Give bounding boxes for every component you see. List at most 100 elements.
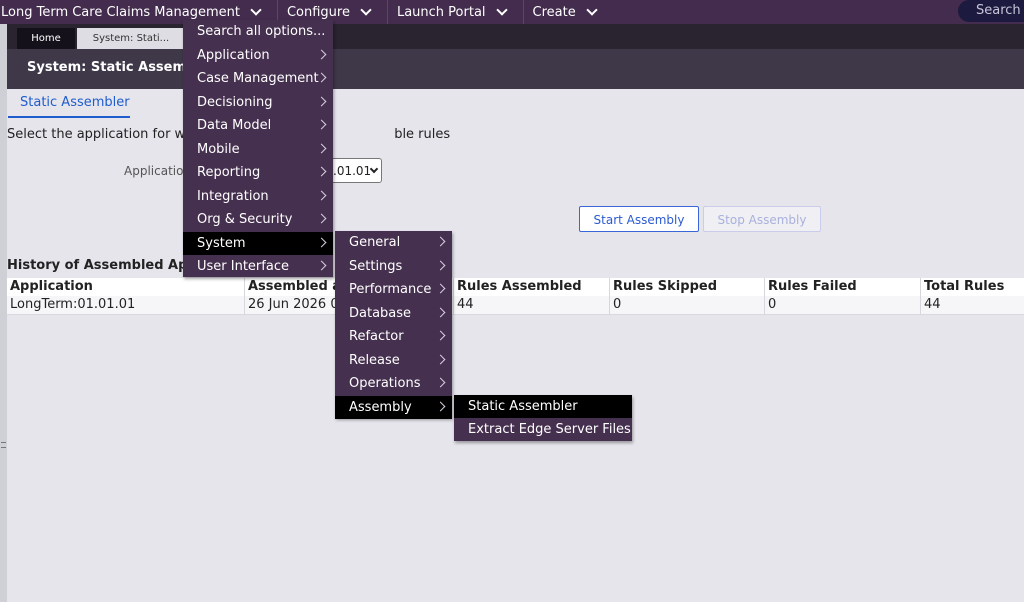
start-assembly-button[interactable]: Start Assembly xyxy=(579,206,699,232)
menu-item-org-security[interactable]: Org & Security xyxy=(183,208,333,232)
history-table: Application Assembled at Rules Assembled… xyxy=(7,278,1024,315)
chevron-right-icon xyxy=(435,283,446,294)
menu-item-label: Static Assembler xyxy=(468,399,578,414)
application-select[interactable]: .01.01 xyxy=(330,158,382,183)
menu-item-label: Extract Edge Server Files xyxy=(468,422,631,437)
chevron-right-icon xyxy=(435,260,446,270)
stop-assembly-button[interactable]: Stop Assembly xyxy=(703,206,821,232)
menu-item-search-all-options[interactable]: Search all options... xyxy=(183,20,333,44)
chevron-right-icon xyxy=(316,119,327,130)
chevron-down-icon xyxy=(250,4,262,16)
configure-label: Configure xyxy=(286,4,350,20)
instruction-text-start: Select the application for whic xyxy=(7,127,205,142)
cell-rules-failed: 0 xyxy=(765,296,921,314)
chevron-right-icon xyxy=(435,354,446,364)
chevron-down-icon xyxy=(360,4,372,16)
menu-item-label: Database xyxy=(349,305,412,321)
table-row[interactable]: LongTerm:01.01.01 26 Jun 2026 02 44 0 0 … xyxy=(7,296,1024,315)
top-navigation-bar: Long Term Care Claims Management Configu… xyxy=(0,0,1024,24)
tab-static-assembler[interactable]: System: Stati... xyxy=(77,28,185,49)
application-label: Application xyxy=(124,164,192,178)
menu-item-label: Case Management xyxy=(197,71,319,86)
cell-rules-skipped: 0 xyxy=(610,296,765,314)
menu-item-label: Data Model xyxy=(197,118,272,133)
chevron-right-icon xyxy=(316,213,327,224)
table-header-row: Application Assembled at Rules Assembled… xyxy=(7,278,1024,296)
create-menu-button[interactable]: Create xyxy=(524,0,613,24)
cell-rules-assembled: 44 xyxy=(454,296,610,314)
menu-item-extract-edge-server-files[interactable]: Extract Edge Server Files xyxy=(454,418,632,441)
column-header-rules-failed[interactable]: Rules Failed xyxy=(765,278,921,296)
menu-item-assembly[interactable]: Assembly xyxy=(335,395,452,419)
menu-item-system[interactable]: System xyxy=(183,231,333,255)
app-name: Long Term Care Claims Management xyxy=(1,4,240,20)
menu-item-decisioning[interactable]: Decisioning xyxy=(183,91,333,115)
column-header-rules-skipped[interactable]: Rules Skipped xyxy=(610,278,765,296)
launch-portal-menu-button[interactable]: Launch Portal xyxy=(388,0,524,24)
cell-total-rules: 44 xyxy=(924,297,941,312)
tab-static-assembler-section[interactable]: Static Assembler xyxy=(20,95,130,110)
assembly-submenu: Static Assembler Extract Edge Server Fil… xyxy=(454,395,632,441)
chevron-right-icon xyxy=(316,143,327,153)
menu-item-label: User Interface xyxy=(197,259,289,274)
menu-item-operations[interactable]: Operations xyxy=(335,372,452,396)
menu-item-refactor[interactable]: Refactor xyxy=(335,325,452,349)
menu-item-settings[interactable]: Settings xyxy=(335,255,452,279)
workspace-tab-bar: Home System: Stati... xyxy=(7,24,1024,49)
column-header-rules-assembled[interactable]: Rules Assembled xyxy=(454,278,610,296)
menu-item-release[interactable]: Release xyxy=(335,349,452,373)
menu-item-label: System xyxy=(197,235,246,251)
menu-item-label: Org & Security xyxy=(197,212,293,227)
menu-item-general[interactable]: General xyxy=(335,231,452,255)
menu-item-static-assembler[interactable]: Static Assembler xyxy=(454,395,632,418)
chevron-right-icon xyxy=(435,377,446,388)
chevron-right-icon xyxy=(435,236,446,247)
chevron-right-icon xyxy=(435,330,446,341)
menu-item-integration[interactable]: Integration xyxy=(183,185,333,209)
cell-application: LongTerm:01.01.01 xyxy=(7,296,245,314)
chevron-down-icon xyxy=(586,4,598,16)
menu-item-label: Search all options... xyxy=(197,24,326,39)
configure-dropdown-menu: Search all options... Application Case M… xyxy=(183,20,333,277)
menu-item-case-management[interactable]: Case Management xyxy=(183,67,333,91)
chevron-right-icon xyxy=(435,307,446,317)
menu-item-label: Performance xyxy=(349,282,432,297)
menu-item-application[interactable]: Application xyxy=(183,44,333,68)
column-header-total-rules[interactable]: Total Rules xyxy=(921,278,1024,296)
chevron-right-icon xyxy=(316,96,327,106)
instruction-text-end: ble rules xyxy=(394,127,451,142)
column-header-application[interactable]: Application xyxy=(7,278,245,296)
menu-item-performance[interactable]: Performance xyxy=(335,278,452,302)
chevron-right-icon xyxy=(316,190,327,200)
chevron-right-icon xyxy=(435,401,446,411)
resize-grip-icon[interactable] xyxy=(1,442,6,448)
launch-portal-label: Launch Portal xyxy=(396,4,486,20)
application-select-value: .01.01 xyxy=(333,164,372,178)
chevron-down-icon xyxy=(495,4,508,16)
menu-item-label: Settings xyxy=(349,258,403,274)
menu-item-reporting[interactable]: Reporting xyxy=(183,161,333,185)
tab-home[interactable]: Home xyxy=(17,28,75,49)
page-header: System: Static Assembler xyxy=(7,49,1024,89)
menu-item-label: Reporting xyxy=(197,165,261,180)
system-submenu: General Settings Performance Database Re… xyxy=(335,231,452,419)
menu-item-label: Application xyxy=(197,47,270,63)
search-input[interactable]: Search xyxy=(958,0,1024,22)
menu-item-label: Decisioning xyxy=(197,94,273,110)
menu-item-label: Integration xyxy=(197,188,269,204)
menu-item-label: General xyxy=(349,235,401,250)
menu-item-label: Refactor xyxy=(349,329,404,344)
chevron-right-icon xyxy=(316,260,327,271)
menu-item-data-model[interactable]: Data Model xyxy=(183,114,333,138)
menu-item-label: Assembly xyxy=(349,399,412,415)
menu-item-database[interactable]: Database xyxy=(335,302,452,326)
menu-item-mobile[interactable]: Mobile xyxy=(183,138,333,162)
menu-item-label: Release xyxy=(349,352,400,368)
menu-item-user-interface[interactable]: User Interface xyxy=(183,255,333,279)
chevron-right-icon xyxy=(316,237,327,247)
left-panel-collapsed xyxy=(0,24,7,602)
chevron-right-icon xyxy=(316,166,327,177)
chevron-right-icon xyxy=(316,49,327,59)
create-label: Create xyxy=(532,4,576,20)
menu-item-label: Operations xyxy=(349,376,421,391)
